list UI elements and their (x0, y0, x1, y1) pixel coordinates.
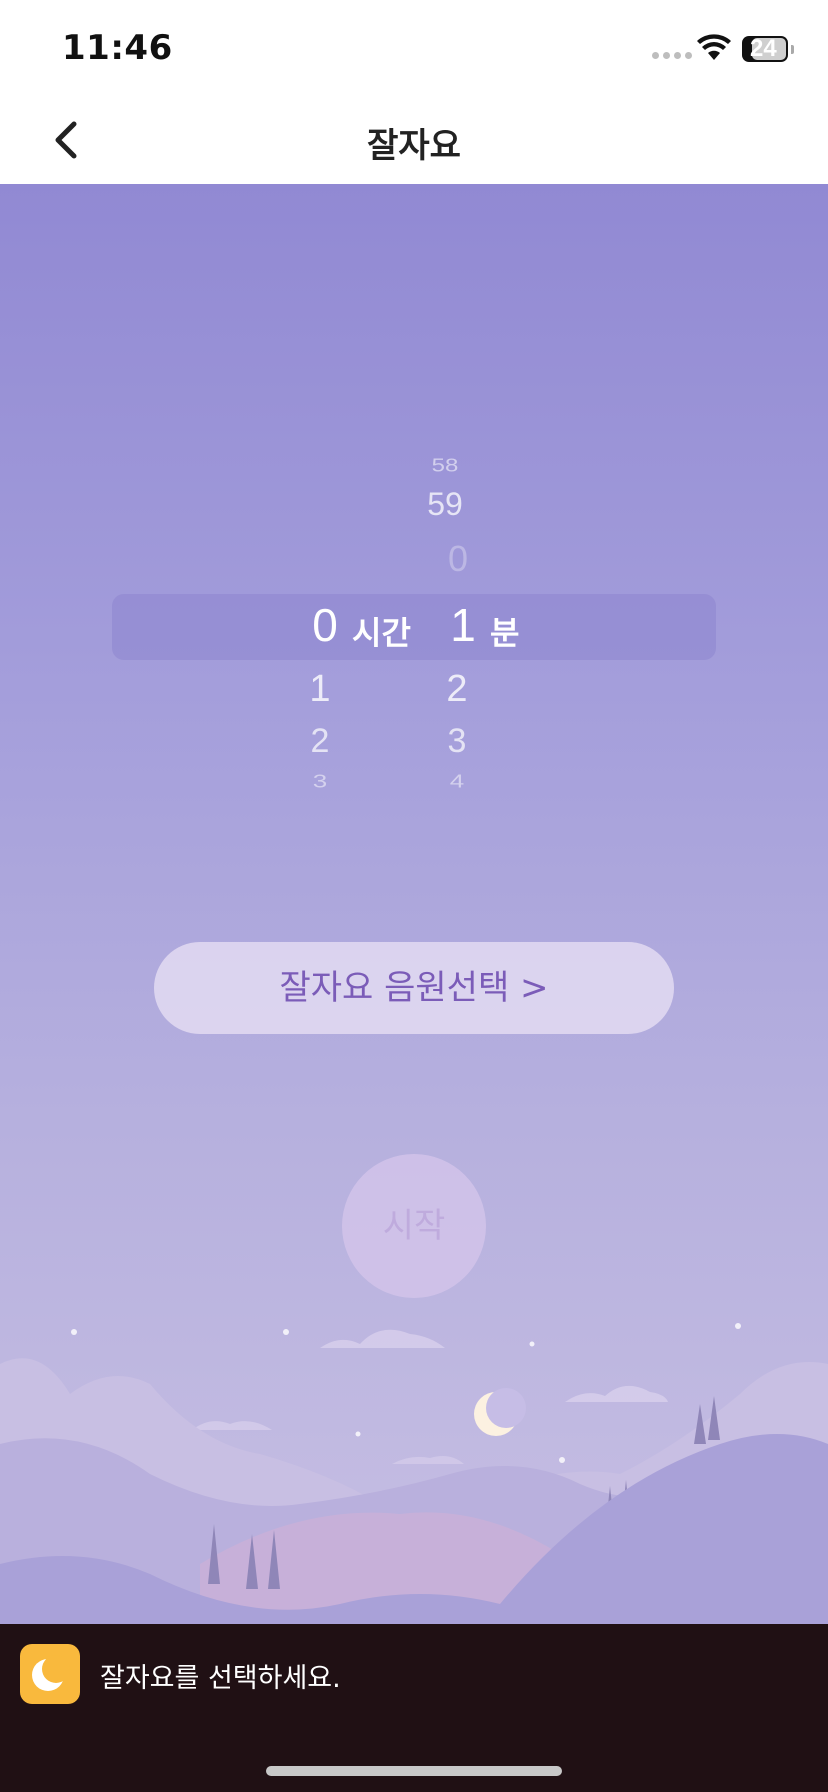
battery-level: 24 (750, 35, 777, 62)
home-indicator (266, 1766, 562, 1776)
status-time: 11:46 (62, 28, 173, 68)
minutes-option[interactable]: 0 (423, 538, 493, 580)
bottom-mini-player[interactable]: 잘자요를 선택하세요. (0, 1624, 828, 1792)
hours-option[interactable]: 3 (300, 771, 340, 793)
wifi-icon (697, 34, 731, 60)
minutes-option[interactable]: 3 (437, 722, 477, 761)
sleep-timer-screen: 58 59 0 0 시간 1 분 1 2 3 2 3 4 잘자요 음원선택 > … (0, 184, 828, 1624)
minutes-option[interactable]: 58 (410, 456, 480, 477)
minutes-selected-value[interactable]: 1 (440, 598, 486, 652)
minutes-option[interactable]: 2 (437, 668, 477, 711)
cellular-signal-icon (652, 52, 692, 59)
hours-selected-value[interactable]: 0 (302, 598, 348, 652)
page-title: 잘자요 (367, 126, 461, 166)
hours-option[interactable]: 2 (300, 722, 340, 761)
select-sound-button[interactable]: 잘자요 음원선택 > (154, 942, 674, 1034)
bottom-message: 잘자요를 선택하세요. (100, 1663, 341, 1694)
minutes-option[interactable]: 59 (410, 486, 480, 523)
night-landscape-illustration (0, 1323, 828, 1624)
hours-option[interactable]: 1 (300, 668, 340, 711)
minutes-label: 분 (490, 614, 520, 652)
status-bar: 11:46 24 (0, 0, 828, 96)
hours-label: 시간 (352, 614, 411, 652)
picker-selection-highlight (112, 594, 716, 660)
battery-icon: 24 (742, 35, 794, 62)
minutes-option[interactable]: 4 (437, 771, 477, 793)
start-button[interactable]: 시작 (342, 1154, 486, 1298)
moon-icon (20, 1644, 80, 1704)
nav-bar: 잘자요 (0, 96, 828, 184)
